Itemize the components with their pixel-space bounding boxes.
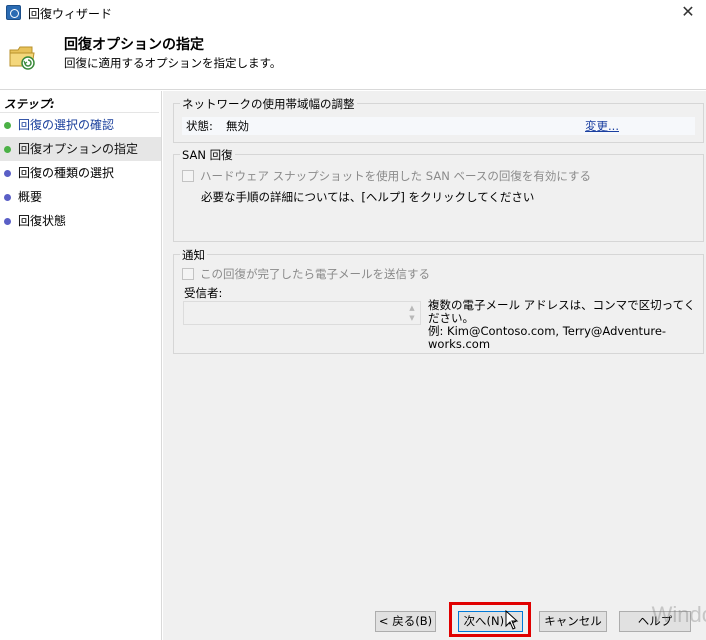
mouse-cursor-icon (505, 610, 519, 630)
steps-heading: ステップ: (0, 91, 159, 113)
recipients-input[interactable] (183, 301, 421, 325)
sidebar-item-recovery-options[interactable]: 回復オプションの指定 (0, 137, 161, 161)
step-pending-dot-icon (4, 218, 11, 225)
step-pending-dot-icon (4, 170, 11, 177)
page-subtitle: 回復に適用するオプションを指定します。 (64, 56, 282, 70)
status-value: 無効 (226, 119, 249, 133)
folder-restore-icon (9, 46, 35, 70)
windows-activation-watermark: Windo (651, 602, 706, 627)
sidebar-item-recovery-status[interactable]: 回復状態 (0, 209, 161, 233)
email-hint-line2: 例: Kim@Contoso.com, Terry@Adventure-work… (428, 324, 667, 351)
san-recovery-group: SAN 回復 ハードウェア スナップショットを使用した SAN ベースの回復を有… (173, 147, 704, 242)
options-panel: ネットワークの使用帯域幅の調整 状態: 無効 変更... SAN 回復 ハードウ… (163, 91, 706, 600)
san-checkbox[interactable] (182, 170, 194, 182)
page-title: 回復オプションの指定 (64, 37, 204, 53)
scroll-down-icon[interactable]: ▼ (405, 313, 419, 323)
app-icon (6, 5, 21, 20)
san-group-title: SAN 回復 (180, 147, 235, 163)
scroll-up-icon[interactable]: ▲ (405, 303, 419, 313)
recipients-label: 受信者: (184, 286, 223, 300)
close-button[interactable]: ✕ (678, 2, 698, 22)
sidebar-item-recovery-type[interactable]: 回復の種類の選択 (0, 161, 161, 185)
san-checkbox-row[interactable]: ハードウェア スナップショットを使用した SAN ベースの回復を有効にする (182, 168, 591, 184)
network-throttling-group: ネットワークの使用帯域幅の調整 状態: 無効 変更... (173, 96, 704, 143)
change-link[interactable]: 変更... (585, 118, 619, 134)
wizard-header: 回復オプションの指定 回復に適用するオプションを指定します。 (0, 26, 706, 90)
san-help-note: 必要な手順の詳細については、[ヘルプ] をクリックしてください (201, 190, 535, 204)
notification-group-title: 通知 (180, 247, 207, 263)
recipients-scroll-arrows[interactable]: ▲ ▼ (405, 303, 419, 323)
step-pending-dot-icon (4, 194, 11, 201)
sidebar-item-confirm-selection[interactable]: 回復の選択の確認 (0, 113, 161, 137)
sidebar-item-summary[interactable]: 概要 (0, 185, 161, 209)
email-hint-line1: 複数の電子メール アドレスは、コンマで区切ってください。 (428, 298, 696, 325)
email-checkbox[interactable] (182, 268, 194, 280)
status-label: 状態: (186, 119, 213, 133)
email-hint: 複数の電子メール アドレスは、コンマで区切ってください。 例: Kim@Cont… (428, 299, 703, 351)
email-checkbox-label: この回復が完了したら電子メールを送信する (200, 267, 430, 281)
step-done-dot-icon (4, 122, 11, 129)
email-checkbox-row[interactable]: この回復が完了したら電子メールを送信する (182, 266, 430, 282)
sidebar-item-label: 回復オプションの指定 (18, 142, 139, 156)
san-checkbox-label: ハードウェア スナップショットを使用した SAN ベースの回復を有効にする (200, 169, 591, 183)
sidebar-item-label: 回復状態 (18, 214, 67, 228)
steps-sidebar: ステップ: 回復の選択の確認 回復オプションの指定 回復の種類の選択 概要 回復… (0, 91, 162, 640)
notification-group: 通知 この回復が完了したら電子メールを送信する 受信者: ▲ ▼ 複数の電子メー… (173, 247, 704, 354)
network-status-row: 状態: 無効 変更... (182, 117, 695, 135)
sidebar-item-label: 回復の種類の選択 (18, 166, 115, 180)
window-title: 回復ウィザード (28, 7, 113, 21)
sidebar-item-label: 概要 (18, 190, 43, 204)
step-done-dot-icon (4, 146, 11, 153)
network-group-title: ネットワークの使用帯域幅の調整 (180, 96, 357, 112)
cancel-button[interactable]: キャンセル (539, 611, 607, 632)
back-button[interactable]: < 戻る(B) (375, 611, 436, 632)
sidebar-item-label: 回復の選択の確認 (18, 118, 115, 132)
wizard-footer: < 戻る(B) 次へ(N) > キャンセル ヘルプ Windo (163, 600, 706, 640)
title-bar: 回復ウィザード ✕ (0, 0, 706, 26)
